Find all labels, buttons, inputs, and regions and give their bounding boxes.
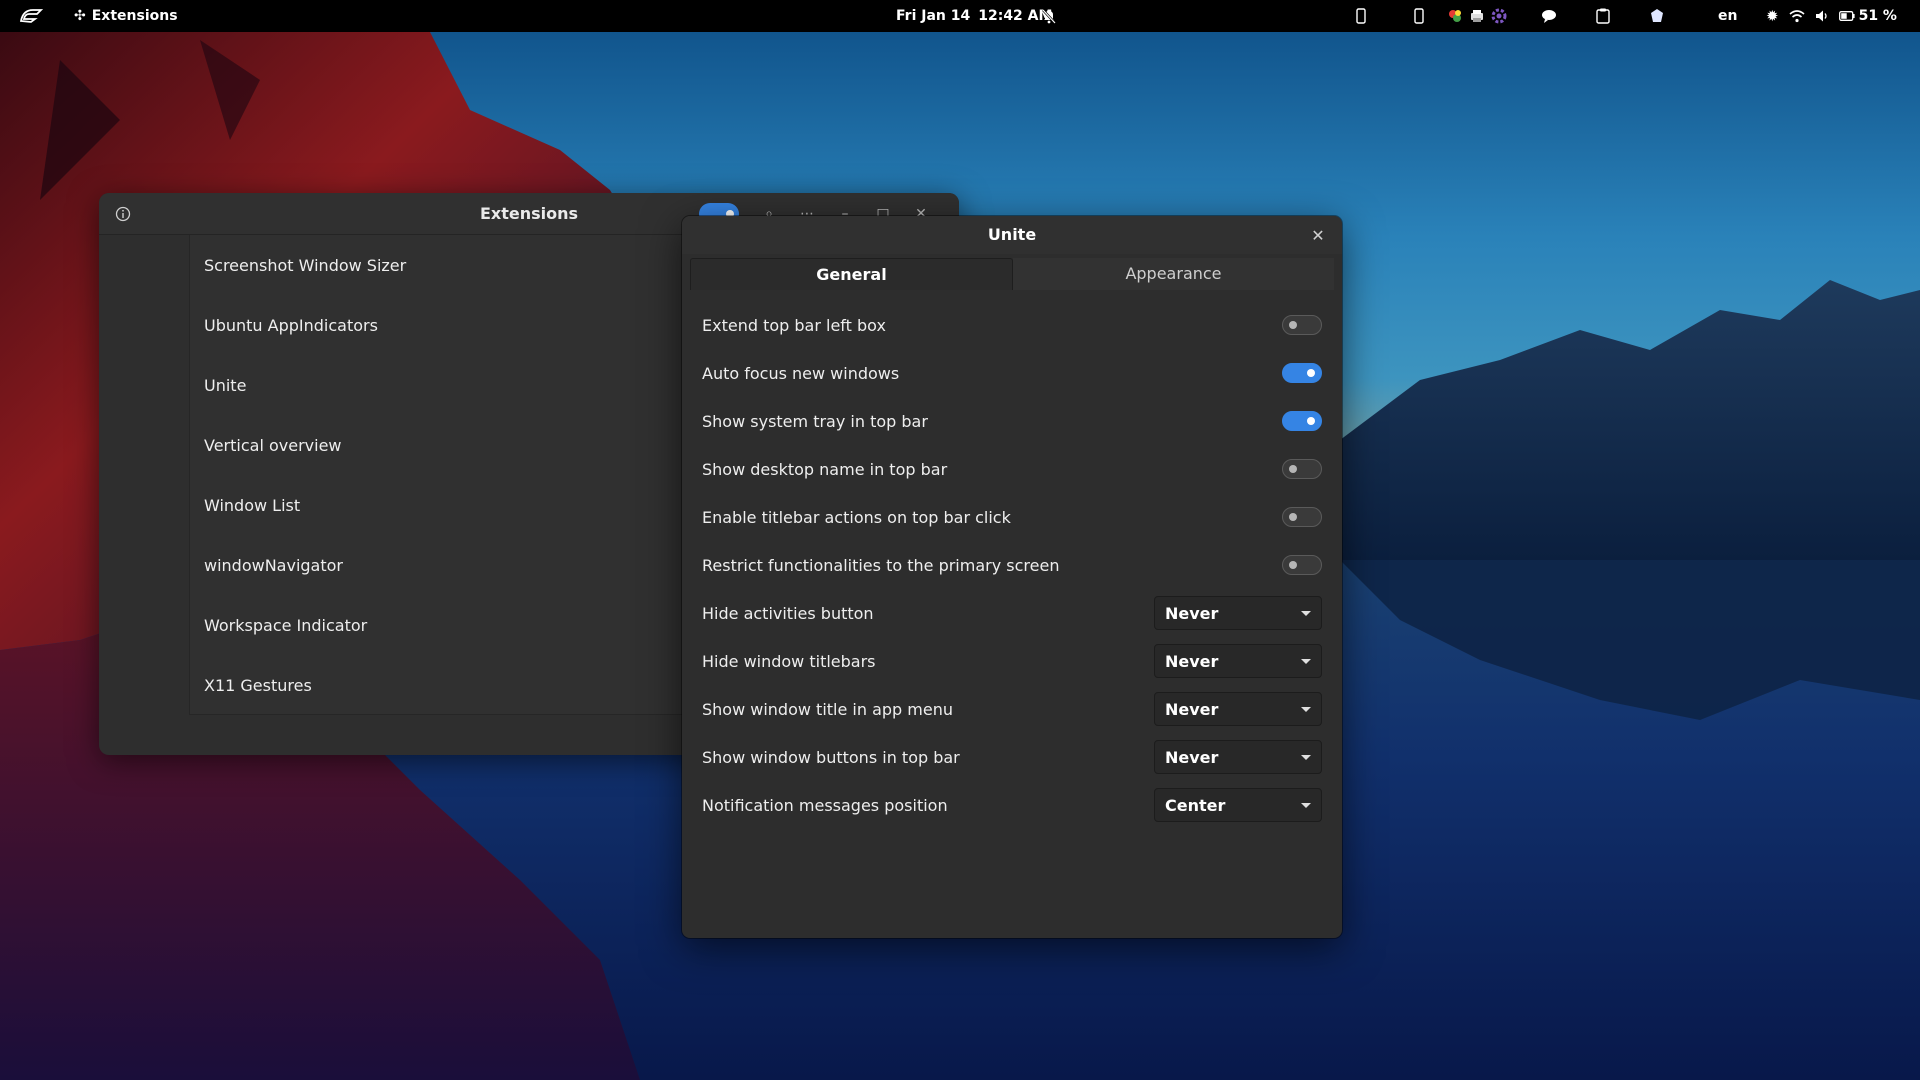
gear-purple-icon[interactable] <box>1488 0 1510 32</box>
chevron-down-icon <box>1301 754 1311 760</box>
puzzle-icon: ✣ <box>74 8 86 24</box>
dropdown-value: Never <box>1165 603 1219 623</box>
phone-icon[interactable] <box>1346 0 1376 32</box>
option-label: Hide window titlebars <box>702 651 876 671</box>
dropdown-value: Never <box>1165 747 1219 767</box>
option-row-window-title-app-menu: Show window title in app menu Never <box>702 689 1322 729</box>
activities-button[interactable] <box>14 0 48 32</box>
dialog-title: Unite <box>987 225 1037 244</box>
toggle-switch[interactable] <box>1282 411 1322 431</box>
dropdown-select[interactable]: Center <box>1154 788 1322 822</box>
switch-knob <box>1289 513 1297 521</box>
tab-bar: General Appearance <box>690 258 1334 290</box>
bell-muted-icon[interactable] <box>1038 0 1060 32</box>
dropdown-select[interactable]: Never <box>1154 596 1322 630</box>
dropdown-select[interactable]: Never <box>1154 692 1322 726</box>
option-label: Notification messages position <box>702 795 948 815</box>
system-tray <box>1346 0 1672 32</box>
battery-icon <box>1838 11 1855 21</box>
shield-icon[interactable] <box>1642 0 1672 32</box>
clock-date: Fri Jan 14 <box>896 8 971 24</box>
option-label: Auto focus new windows <box>702 363 900 383</box>
battery-percentage: 51 % <box>1858 8 1897 24</box>
extension-name: X11 Gestures <box>204 675 312 695</box>
dropdown-value: Center <box>1165 795 1226 815</box>
extension-name: Ubuntu AppIndicators <box>204 315 378 335</box>
clock[interactable]: Fri Jan 14 12:42 AM <box>896 0 1052 32</box>
chat-icon[interactable] <box>1534 0 1564 32</box>
dropdown-value: Never <box>1165 651 1219 671</box>
option-row-window-buttons-top-bar: Show window buttons in top bar Never <box>702 737 1322 777</box>
option-row-extend-top-bar-left-box: Extend top bar left box <box>702 305 1322 345</box>
option-label: Enable titlebar actions on top bar click <box>702 507 1011 527</box>
option-row-hide-window-titlebars: Hide window titlebars Never <box>702 641 1322 681</box>
option-label: Show window buttons in top bar <box>702 747 960 767</box>
app-menu-label: Extensions <box>91 8 178 24</box>
toggle-switch[interactable] <box>1282 315 1322 335</box>
option-label: Show system tray in top bar <box>702 411 928 431</box>
dropdown-select[interactable]: Never <box>1154 740 1322 774</box>
switch-knob <box>1289 465 1297 473</box>
option-row-auto-focus-new-windows: Auto focus new windows <box>702 353 1322 393</box>
wifi-icon <box>1789 10 1805 23</box>
option-label: Restrict functionalities to the primary … <box>702 555 1060 575</box>
clipboard-icon[interactable] <box>1588 0 1618 32</box>
keyboard-language-indicator[interactable]: en <box>1718 0 1737 32</box>
extension-name: Workspace Indicator <box>204 615 368 635</box>
extension-name: Screenshot Window Sizer <box>204 255 407 275</box>
chevron-down-icon <box>1301 802 1311 808</box>
dropdown-select[interactable]: Never <box>1154 644 1322 678</box>
option-row-restrict-primary-screen: Restrict functionalities to the primary … <box>702 545 1322 585</box>
option-label: Show desktop name in top bar <box>702 459 948 479</box>
option-row-show-system-tray: Show system tray in top bar <box>702 401 1322 441</box>
switch-knob <box>1289 321 1297 329</box>
tab-general[interactable]: General <box>690 258 1013 290</box>
chevron-down-icon <box>1301 706 1311 712</box>
switch-knob <box>1307 417 1315 425</box>
option-label: Hide activities button <box>702 603 874 623</box>
extension-name: Unite <box>204 375 247 395</box>
close-icon: ✕ <box>1311 225 1325 245</box>
tab-appearance[interactable]: Appearance <box>1013 258 1334 290</box>
top-bar: ✣ Extensions Fri Jan 14 12:42 AM en ✹ 51… <box>0 0 1920 32</box>
option-label: Extend top bar left box <box>702 315 886 335</box>
chevron-down-icon <box>1301 658 1311 664</box>
printer-icon[interactable] <box>1466 0 1488 32</box>
option-row-titlebar-actions: Enable titlebar actions on top bar click <box>702 497 1322 537</box>
option-row-notification-position: Notification messages position Center <box>702 785 1322 825</box>
toggle-switch[interactable] <box>1282 555 1322 575</box>
brightness-icon: ✹ <box>1766 7 1779 25</box>
extension-name: Vertical overview <box>204 435 342 455</box>
activities-icon <box>19 9 43 23</box>
switch-knob <box>1289 561 1297 569</box>
toggle-switch[interactable] <box>1282 363 1322 383</box>
dropdown-value: Never <box>1165 699 1219 719</box>
toggle-switch[interactable] <box>1282 507 1322 527</box>
dialog-headerbar: Unite ✕ <box>682 216 1342 254</box>
system-status-menu[interactable]: ✹ 51 % <box>1766 0 1897 32</box>
option-row-hide-activities-button: Hide activities button Never <box>702 593 1322 633</box>
color-picker-icon[interactable] <box>1444 0 1466 32</box>
phone-icon[interactable] <box>1404 0 1434 32</box>
chevron-down-icon <box>1301 610 1311 616</box>
close-button[interactable]: ✕ <box>1308 225 1328 245</box>
app-menu[interactable]: ✣ Extensions <box>74 0 178 32</box>
switch-knob <box>1307 369 1315 377</box>
toggle-switch[interactable] <box>1282 459 1322 479</box>
language-label: en <box>1718 8 1738 24</box>
option-label: Show window title in app menu <box>702 699 953 719</box>
unite-preferences-dialog: Unite ✕ General Appearance Extend top ba… <box>682 216 1342 938</box>
extension-name: windowNavigator <box>204 555 343 575</box>
option-row-show-desktop-name: Show desktop name in top bar <box>702 449 1322 489</box>
volume-icon <box>1815 10 1827 22</box>
extension-name: Window List <box>204 495 301 515</box>
